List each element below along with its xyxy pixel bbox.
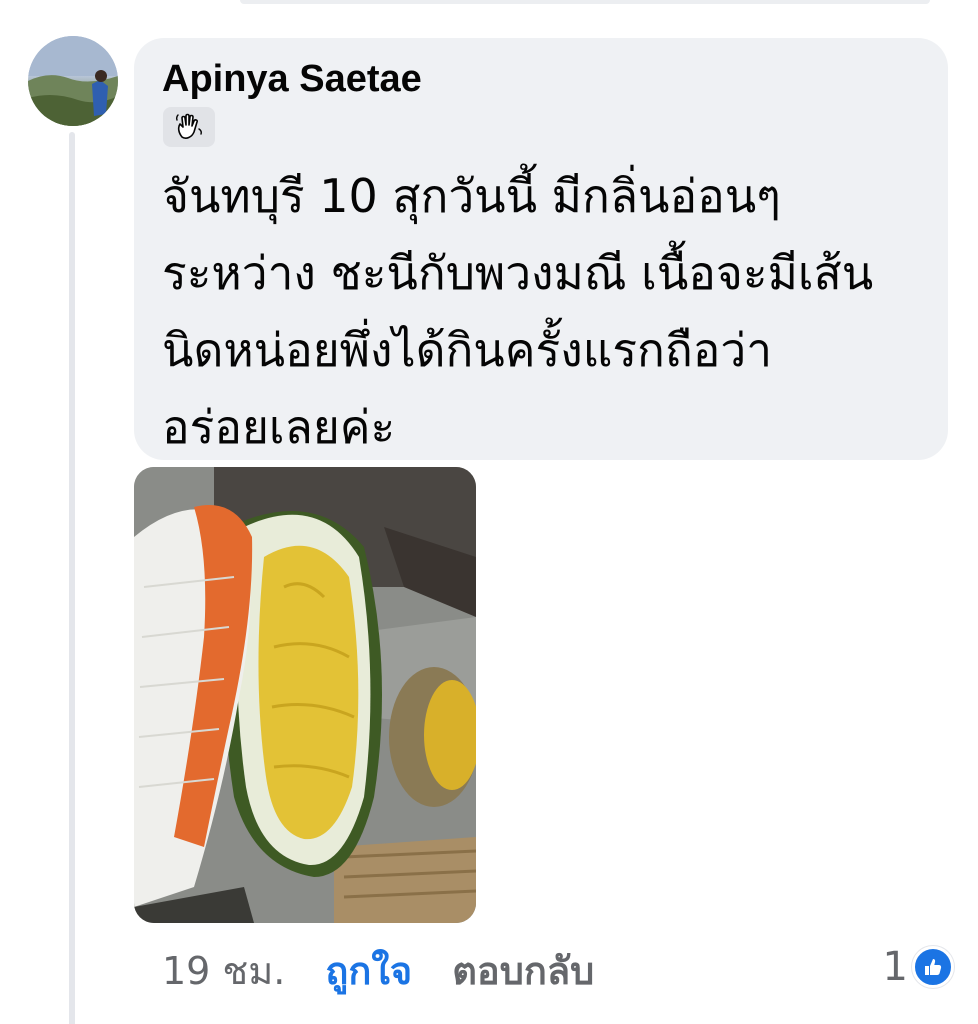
reaction-count: 1	[882, 944, 908, 990]
reply-button[interactable]: ตอบกลับ	[452, 940, 594, 1001]
comment-screen: Apinya Saetae จันทบุรี 10 สุกวันนี้ มีกล…	[0, 0, 978, 1024]
avatar[interactable]	[28, 36, 118, 126]
avatar-image	[28, 36, 118, 126]
waving-hand-icon	[163, 107, 215, 147]
comment-timestamp[interactable]: 19 ชม.	[162, 940, 285, 1001]
comment-text: จันทบุรี 10 สุกวันนี้ มีกลิ่นอ่อนๆ ระหว่…	[162, 169, 874, 454]
thread-connector-line	[69, 132, 75, 1024]
like-button[interactable]: ถูกใจ	[325, 940, 412, 1001]
comment-actions: 19 ชม. ถูกใจ ตอบกลับ	[162, 945, 594, 995]
previous-comment-edge	[240, 0, 930, 4]
thumbs-up-icon	[912, 946, 954, 988]
durian-photo[interactable]	[134, 467, 476, 923]
reaction-summary[interactable]: 1	[883, 942, 954, 992]
comment-author-name[interactable]: Apinya Saetae	[162, 58, 422, 101]
